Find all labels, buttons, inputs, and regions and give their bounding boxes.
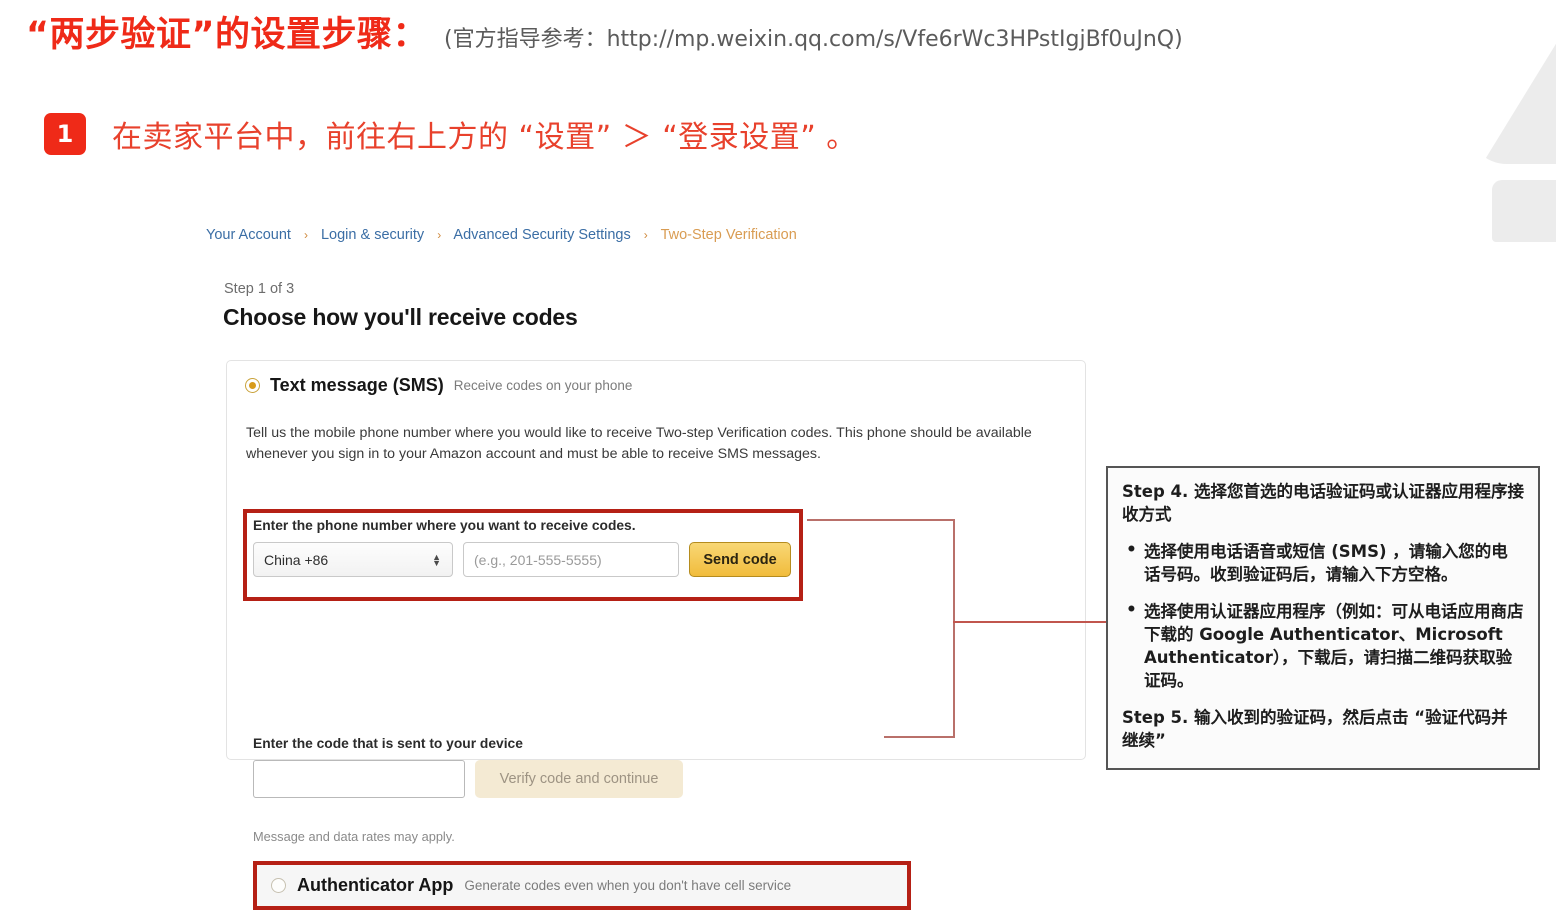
sms-option-description: Tell us the mobile phone number where yo…	[246, 425, 1032, 462]
message-rates-note: Message and data rates may apply.	[253, 829, 455, 844]
page-title: Choose how you'll receive codes	[223, 304, 578, 330]
verification-code-input[interactable]	[253, 760, 465, 798]
note-step5-text: Step 5. 输入收到的验证码，然后点击 “验证代码并继续”	[1122, 708, 1508, 750]
slide-title: “两步验证”的设置步骤：	[26, 15, 429, 55]
highlight-box-phone-row	[243, 509, 803, 601]
breadcrumb-item-advanced-security-settings[interactable]: Advanced Security Settings	[453, 227, 630, 243]
sms-option-card: Text message (SMS) Receive codes on your…	[226, 360, 1086, 910]
slide-reference-url: (官方指导参考：http://mp.weixin.qq.com/s/Vfe6rW…	[444, 27, 1183, 52]
breadcrumb-item-two-step-verification: Two-Step Verification	[660, 227, 797, 243]
breadcrumb-item-your-account[interactable]: Your Account	[206, 227, 291, 243]
note-bullet-list: 选择使用电话语音或短信 (SMS) ，请输入您的电话号码。收到验证码后，请输入下…	[1122, 539, 1524, 692]
sms-option-header[interactable]: Text message (SMS) Receive codes on your…	[245, 375, 632, 396]
highlight-box-authenticator-row	[253, 861, 911, 910]
code-input-row: Verify code and continue	[253, 760, 753, 798]
breadcrumb-separator-icon: ›	[643, 228, 648, 242]
note-step4-text: Step 4. 选择您首选的电话验证码或认证器应用程序接收方式	[1122, 482, 1525, 524]
verify-code-and-continue-button[interactable]: Verify code and continue	[475, 760, 683, 798]
annotation-note-panel: Step 4. 选择您首选的电话验证码或认证器应用程序接收方式 选择使用电话语音…	[1106, 466, 1540, 770]
decorative-rect-shape	[1492, 180, 1556, 242]
slide-header: “两步验证”的设置步骤： (官方指导参考：http://mp.weixin.qq…	[26, 6, 1183, 57]
step-number-badge: 1	[44, 113, 86, 155]
breadcrumb-separator-icon: ›	[303, 228, 308, 242]
breadcrumb-item-login-security[interactable]: Login & security	[321, 227, 424, 243]
note-bullet-sms: 选择使用电话语音或短信 (SMS) ，请输入您的电话号码。收到验证码后，请输入下…	[1122, 539, 1524, 586]
step-instruction-text: 在卖家平台中，前往右上方的 “设置” ＞ “登录设置” 。	[112, 120, 857, 155]
sms-option-subtitle: Receive codes on your phone	[453, 378, 633, 393]
breadcrumb: Your Account › Login & security › Advanc…	[206, 227, 797, 243]
step-instruction-row: 1 在卖家平台中，前往右上方的 “设置” ＞ “登录设置” 。	[44, 112, 857, 156]
amazon-screenshot: Your Account › Login & security › Advanc…	[196, 208, 1092, 910]
radio-selected-icon[interactable]	[245, 378, 260, 393]
breadcrumb-separator-icon: ›	[437, 228, 442, 242]
code-entry-block: Enter the code that is sent to your devi…	[253, 736, 753, 798]
step-progress-label: Step 1 of 3	[224, 281, 295, 297]
code-input-label: Enter the code that is sent to your devi…	[253, 736, 523, 751]
note-bullet-authenticator: 选择使用认证器应用程序（例如：可从电话应用商店下载的 Google Authen…	[1122, 599, 1524, 692]
sms-option-title: Text message (SMS)	[270, 375, 444, 395]
decorative-triangle-shape	[1482, 34, 1556, 164]
